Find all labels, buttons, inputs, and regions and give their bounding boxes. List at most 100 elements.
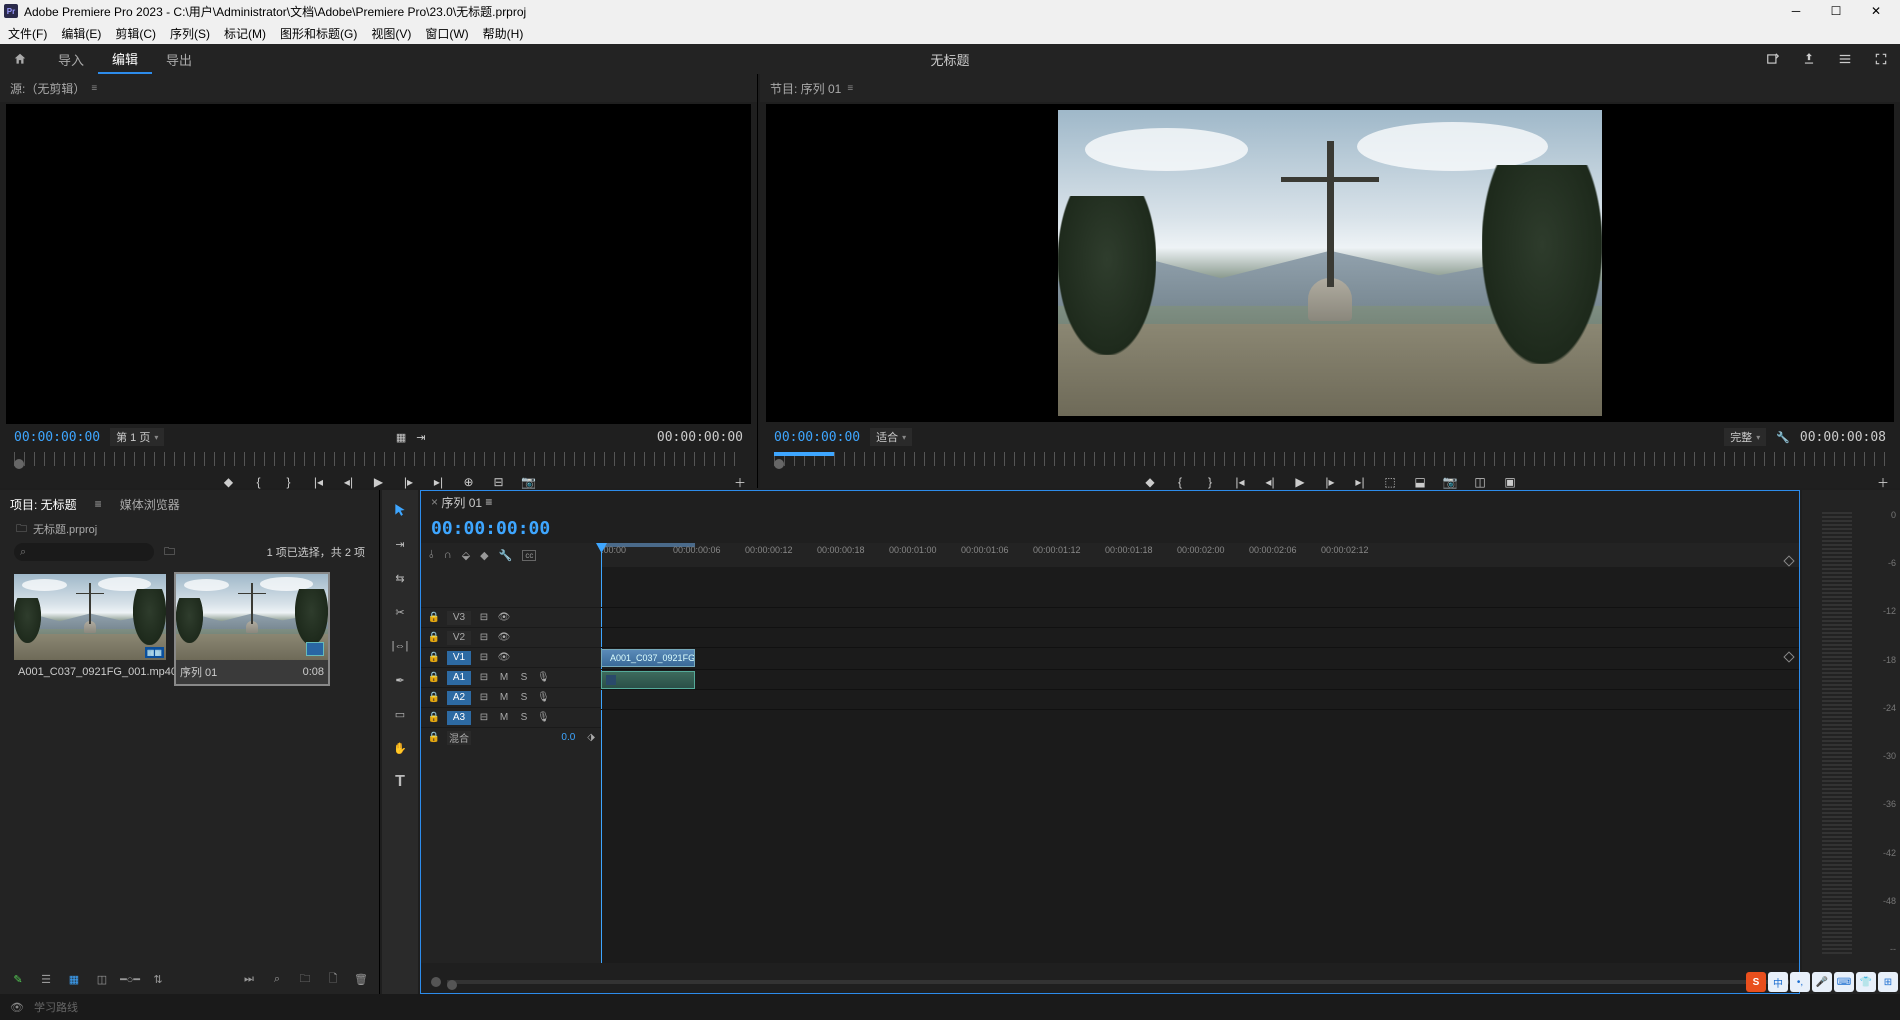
tab-media-browser[interactable]: 媒体浏览器 [120, 496, 180, 513]
ime-mic-icon[interactable]: 🎤 [1812, 972, 1832, 992]
settings-wrench-icon[interactable]: 🔧 [499, 549, 513, 562]
safe-margin-icon[interactable]: ▣ [1503, 475, 1517, 489]
voiceover-icon[interactable]: 🎙 [537, 672, 550, 683]
bin-item[interactable]: 序列 010:08 [176, 574, 328, 684]
video-clip[interactable]: A001_C037_0921FG [601, 649, 695, 667]
lock-icon[interactable]: 🔒 [427, 692, 441, 703]
hand-tool-icon[interactable]: ✋ [390, 738, 410, 758]
new-item-icon[interactable]: 🗋 [325, 971, 341, 987]
lock-icon[interactable]: 🔒 [427, 712, 441, 723]
share-icon[interactable] [1800, 50, 1818, 68]
settings-icon[interactable]: 🔧 [1776, 431, 1790, 444]
sort-icon[interactable]: ⇅ [150, 971, 166, 987]
workspace-menu-icon[interactable] [1836, 50, 1854, 68]
ime-sogou-icon[interactable]: S [1746, 972, 1766, 992]
timeline-zoom-scroll[interactable] [431, 977, 1789, 987]
go-in-icon[interactable]: |◂ [312, 475, 326, 489]
eye-icon[interactable]: 👁 [497, 612, 511, 623]
pen-tool-icon[interactable]: ✒ [390, 670, 410, 690]
home-icon[interactable] [10, 49, 30, 69]
selection-tool-icon[interactable] [390, 500, 410, 520]
add-marker-icon[interactable]: ⬙ [462, 549, 470, 562]
menu-view[interactable]: 视图(V) [371, 25, 411, 42]
track-target[interactable]: V2 [447, 631, 471, 645]
close-button[interactable]: ✕ [1856, 0, 1896, 22]
step-fwd-icon[interactable]: |▸ [1323, 475, 1337, 489]
track-target[interactable]: V1 [447, 651, 471, 665]
insert-clip-icon[interactable]: ⊕ [462, 475, 476, 489]
panel-menu-icon[interactable]: ≡ [847, 83, 853, 94]
zoom-slider-icon[interactable]: ━○━ [122, 971, 138, 987]
audio-track-header[interactable]: 🔒A3⊟MS🎙 [421, 707, 601, 727]
ime-keyboard-icon[interactable]: ⌨ [1834, 972, 1854, 992]
type-tool-icon[interactable]: T [390, 772, 410, 792]
step-fwd-icon[interactable]: |▸ [402, 475, 416, 489]
source-page-select[interactable]: 第 1 页▾ [110, 428, 164, 446]
menu-edit[interactable]: 编辑(E) [61, 25, 101, 42]
export-frame-icon[interactable]: 📷 [1443, 475, 1457, 489]
linked-sel-icon[interactable]: ∩ [444, 549, 452, 561]
solo-icon[interactable]: S [517, 672, 531, 683]
new-bin-icon[interactable]: 🗀 [297, 971, 313, 987]
lock-icon[interactable]: 🔒 [427, 652, 441, 663]
ime-skin-icon[interactable]: 👕 [1856, 972, 1876, 992]
mark-out-icon[interactable]: } [1203, 475, 1217, 489]
video-track-header[interactable]: 🔒 V1 ⊟ 👁 [421, 647, 601, 667]
program-res-select[interactable]: 完整▾ [1724, 428, 1766, 446]
mix-track-header[interactable]: 🔒 混合 0.0 ⬗ [421, 727, 601, 747]
maximize-button[interactable]: ☐ [1816, 0, 1856, 22]
panel-menu-icon[interactable]: ≡ [95, 497, 102, 511]
project-search[interactable]: ⌕ [14, 543, 154, 561]
panel-menu-icon[interactable]: ≡ [482, 495, 492, 509]
export-frame-icon[interactable]: 📷 [522, 475, 536, 489]
source-out-timecode[interactable]: 00:00:00:00 [657, 430, 743, 445]
program-ruler[interactable] [774, 452, 1886, 466]
lock-icon[interactable]: 🔒 [427, 672, 441, 683]
sync-lock-icon[interactable]: ⊟ [477, 652, 491, 663]
fx-badge-icon[interactable] [606, 675, 616, 685]
tab-project[interactable]: 项目: 无标题 [10, 496, 77, 513]
source-ruler[interactable] [14, 452, 743, 466]
tab-edit[interactable]: 编辑 [98, 44, 152, 74]
timeline-tab[interactable]: 序列 01 [441, 494, 482, 511]
visibility-icon[interactable]: 👁 [10, 1001, 24, 1014]
timeline-canvas[interactable]: :00:0000:00:00:0600:00:00:1200:00:00:180… [601, 543, 1799, 963]
comparison-icon[interactable]: ◫ [1473, 475, 1487, 489]
fullscreen-icon[interactable] [1872, 50, 1890, 68]
play-icon[interactable]: ▶ [372, 475, 386, 489]
freeform-view-icon[interactable]: ◫ [94, 971, 110, 987]
sync-lock-icon[interactable]: ⊟ [477, 712, 491, 723]
ime-punct-icon[interactable]: •, [1790, 972, 1810, 992]
bin-item[interactable]: ▦▦A001_C037_0921FG_001.mp40:08 [14, 574, 166, 684]
audio-clip[interactable] [601, 671, 695, 689]
add-marker-icon[interactable]: ◆ [222, 475, 236, 489]
menu-file[interactable]: 文件(F) [8, 25, 47, 42]
voiceover-icon[interactable]: 🎙 [537, 692, 550, 703]
tab-export[interactable]: 导出 [152, 44, 206, 74]
lock-icon[interactable]: 🔒 [427, 632, 441, 643]
go-out-icon[interactable]: ▸| [1353, 475, 1367, 489]
source-in-timecode[interactable]: 00:00:00:00 [14, 430, 100, 445]
menu-window[interactable]: 窗口(W) [425, 25, 468, 42]
minimize-button[interactable]: ─ [1776, 0, 1816, 22]
menu-sequence[interactable]: 序列(S) [170, 25, 210, 42]
zoom-out-knob[interactable] [431, 977, 441, 987]
audio-track-header[interactable]: 🔒A1⊟MS🎙 [421, 667, 601, 687]
slip-tool-icon[interactable]: |⇔| [390, 636, 410, 656]
lock-icon[interactable]: 🔒 [427, 732, 441, 743]
mute-icon[interactable]: M [497, 672, 511, 683]
ime-lang-icon[interactable]: 中 [1768, 972, 1788, 992]
eye-icon[interactable]: 👁 [497, 652, 511, 663]
program-zoom-knob[interactable] [774, 459, 784, 469]
quick-export-icon[interactable] [1764, 50, 1782, 68]
source-zoom-knob[interactable] [14, 459, 24, 469]
tl-marker-icon[interactable]: ◆ [480, 549, 488, 562]
trash-icon[interactable]: 🗑 [353, 971, 369, 987]
list-view-icon[interactable]: ☰ [38, 971, 54, 987]
mark-out-icon[interactable]: } [282, 475, 296, 489]
project-crumb[interactable]: 无标题.prproj [33, 521, 97, 537]
rectangle-tool-icon[interactable]: ▭ [390, 704, 410, 724]
sync-lock-icon[interactable]: ⊟ [477, 692, 491, 703]
program-in-timecode[interactable]: 00:00:00:00 [774, 430, 860, 445]
track-target[interactable]: A3 [447, 711, 471, 725]
